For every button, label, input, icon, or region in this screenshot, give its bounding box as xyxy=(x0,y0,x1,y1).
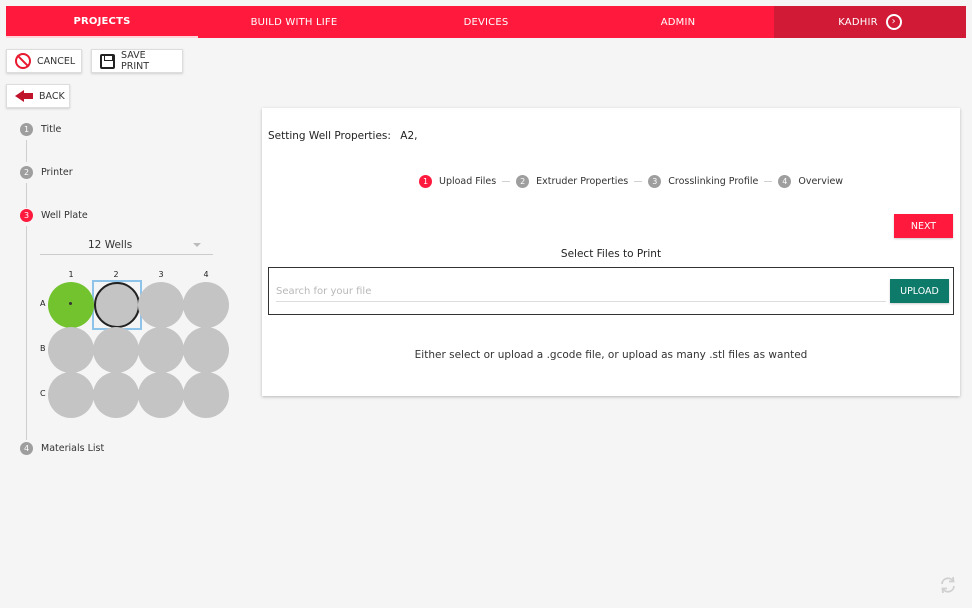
stepper-line xyxy=(26,226,27,440)
back-button[interactable]: BACK xyxy=(6,84,70,108)
well-c1[interactable] xyxy=(48,372,94,418)
well-a3[interactable] xyxy=(138,282,184,328)
nav-user-menu[interactable]: KADHIR › xyxy=(774,6,966,38)
cancel-button[interactable]: CANCEL xyxy=(6,49,82,73)
step-number: 1 xyxy=(20,123,33,136)
nav-devices[interactable]: DEVICES xyxy=(390,6,582,38)
well-b1[interactable] xyxy=(48,327,94,373)
step-label: Materials List xyxy=(41,443,105,454)
chevron-right-circle-icon: › xyxy=(885,14,902,30)
well-marker xyxy=(69,302,72,305)
refresh-icon[interactable] xyxy=(938,575,958,595)
row-label: A xyxy=(40,299,46,308)
column-label: 2 xyxy=(113,270,119,279)
well-c4[interactable] xyxy=(183,372,229,418)
step-separator xyxy=(764,181,773,182)
nav-build-with-life[interactable]: BUILD WITH LIFE xyxy=(198,6,390,38)
next-button[interactable]: NEXT xyxy=(894,214,953,238)
cancel-icon xyxy=(15,53,31,69)
cancel-label: CANCEL xyxy=(37,55,76,67)
step-number: 4 xyxy=(778,175,792,188)
hstep-upload-files[interactable]: 1 Upload Files xyxy=(419,175,496,188)
nav-admin[interactable]: ADMIN xyxy=(582,6,774,38)
step-well-plate[interactable]: 3 Well Plate xyxy=(20,209,88,222)
file-select-box: UPLOAD xyxy=(268,267,954,315)
horizontal-stepper: 1 Upload Files 2 Extruder Properties 3 C… xyxy=(419,175,843,188)
stepper-line xyxy=(26,140,27,162)
step-separator xyxy=(502,181,511,182)
step-number: 2 xyxy=(516,175,530,188)
well-c2[interactable] xyxy=(93,372,139,418)
stepper-line xyxy=(26,183,27,208)
panel-title-value: A2, xyxy=(400,130,418,142)
upload-button[interactable]: UPLOAD xyxy=(890,279,949,303)
select-files-heading: Select Files to Print xyxy=(560,248,662,260)
column-label: 1 xyxy=(68,270,74,279)
well-count-select[interactable]: 12 Wells xyxy=(40,236,213,255)
panel-title: Setting Well Properties: A2, xyxy=(268,130,417,142)
panel-title-label: Setting Well Properties: xyxy=(268,130,391,142)
column-label: 4 xyxy=(203,270,209,279)
step-number: 3 xyxy=(20,209,33,222)
step-label: Upload Files xyxy=(439,176,497,187)
step-label: Title xyxy=(41,124,62,135)
file-search-input[interactable] xyxy=(276,282,886,302)
row-label: B xyxy=(40,344,46,353)
row-label: C xyxy=(40,389,46,398)
step-printer[interactable]: 2 Printer xyxy=(20,166,73,179)
step-number: 4 xyxy=(20,442,33,455)
hstep-extruder-properties[interactable]: 2 Extruder Properties xyxy=(516,175,628,188)
step-label: Overview xyxy=(798,176,844,187)
back-label: BACK xyxy=(39,90,65,102)
well-b2[interactable] xyxy=(93,327,139,373)
step-number: 3 xyxy=(648,175,662,188)
step-number: 1 xyxy=(419,175,432,188)
well-b4[interactable] xyxy=(183,327,229,373)
step-label: Extruder Properties xyxy=(536,176,629,187)
well-properties-panel: Setting Well Properties: A2, 1 Upload Fi… xyxy=(262,108,960,396)
well-a2[interactable] xyxy=(94,282,140,328)
back-arrow-icon xyxy=(15,90,33,102)
save-print-label: SAVE PRINT xyxy=(121,50,150,72)
nav-projects[interactable]: PROJECTS xyxy=(6,6,198,38)
well-a4[interactable] xyxy=(183,282,229,328)
well-b3[interactable] xyxy=(138,327,184,373)
save-icon xyxy=(100,53,115,69)
hstep-crosslinking-profile[interactable]: 3 Crosslinking Profile xyxy=(648,175,758,188)
top-nav: PROJECTS BUILD WITH LIFE DEVICES ADMIN K… xyxy=(6,6,966,38)
step-title[interactable]: 1 Title xyxy=(20,123,61,136)
step-separator xyxy=(634,181,643,182)
step-label: Well Plate xyxy=(41,210,88,221)
well-count-value: 12 Wells xyxy=(88,239,133,251)
caret-down-icon xyxy=(193,243,201,247)
upload-hint: Either select or upload a .gcode file, o… xyxy=(414,349,808,361)
well-c3[interactable] xyxy=(138,372,184,418)
column-label: 3 xyxy=(158,270,164,279)
step-number: 2 xyxy=(20,166,33,179)
save-print-button[interactable]: SAVE PRINT xyxy=(91,49,183,73)
hstep-overview[interactable]: 4 Overview xyxy=(778,175,843,188)
step-label: Crosslinking Profile xyxy=(668,176,759,187)
step-materials-list[interactable]: 4 Materials List xyxy=(20,442,104,455)
step-label: Printer xyxy=(41,167,73,178)
user-name: KADHIR xyxy=(838,16,878,28)
well-a1[interactable] xyxy=(48,282,94,328)
